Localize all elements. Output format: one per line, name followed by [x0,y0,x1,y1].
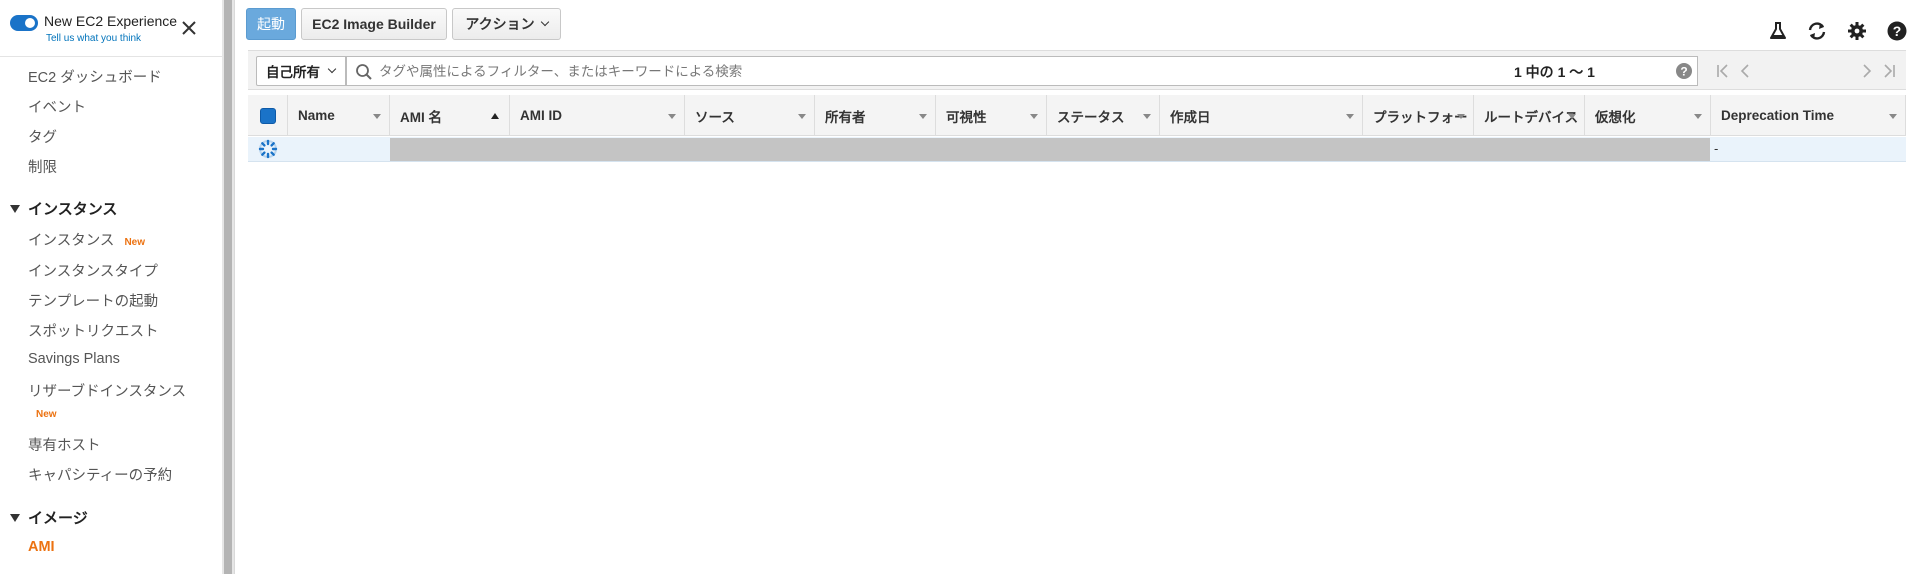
sidebar-item-reserved-instances[interactable]: リザーブドインスタンス [28,380,186,401]
loading-placeholder-bar [390,138,1710,161]
sidebar-item-limits[interactable]: 制限 [28,156,57,177]
new-experience-title: New EC2 Experience [44,13,178,29]
column-label: ソース [695,109,735,125]
chevron-down-icon [327,64,337,74]
previous-page-icon[interactable] [1738,61,1752,81]
sidebar-item-ami[interactable]: AMI [28,539,55,555]
sidebar-item-capacity-reservations[interactable]: キャパシティーの予約 [28,464,172,485]
sidebar-item-tags[interactable]: タグ [28,126,57,147]
column-label: AMI ID [520,108,562,123]
sidebar-section-instances[interactable]: インスタンス [10,198,117,219]
sidebar-item-dedicated-hosts[interactable]: 専有ホスト [28,434,101,455]
sort-icon [1457,114,1465,119]
sidebar-item-launch-templates[interactable]: テンプレートの起動 [28,290,158,311]
column-header-creation-date[interactable]: 作成日 [1160,95,1363,136]
column-header-platform[interactable]: プラットフォー [1363,95,1474,136]
first-page-icon[interactable] [1714,61,1732,81]
column-label: Name [298,108,335,123]
owner-filter-select[interactable]: 自己所有 [256,56,346,86]
column-label: 所有者 [825,109,866,125]
column-header-virtualization[interactable]: 仮想化 [1585,95,1711,136]
column-label: 仮想化 [1595,109,1636,125]
sort-icon [1694,114,1702,119]
sort-icon [1568,114,1576,119]
column-label: 作成日 [1170,109,1211,125]
select-all-checkbox[interactable] [260,108,276,124]
loading-spinner-icon [258,139,278,159]
help-icon[interactable]: ? [1886,20,1908,42]
sidebar: New EC2 Experience Tell us what you thin… [0,0,222,574]
sort-icon [1143,114,1151,119]
sort-icon [668,114,676,119]
section-images-label: イメージ [28,510,88,527]
section-instances-label: インスタンス [28,201,118,218]
column-label: AMI 名 [400,109,442,125]
owner-filter-value: 自己所有 [266,65,320,80]
column-label: ステータス [1057,109,1125,125]
sidebar-border [234,0,235,574]
chevron-down-icon [540,17,549,27]
sidebar-divider [0,56,222,57]
actions-label: アクション [465,16,535,32]
caret-down-icon [10,514,20,522]
sort-icon [373,114,381,119]
pagination-text: 1 中の 1 〜 1 [1514,64,1595,80]
caret-down-icon [10,205,20,213]
feedback-link[interactable]: Tell us what you think [46,33,141,44]
table-header: Name AMI 名 AMI ID ソース 所有者 可視性 ステータス 作成日 … [248,95,1906,136]
column-header-ami-name[interactable]: AMI 名 [390,95,510,136]
new-badge: New [124,237,146,248]
launch-button[interactable]: 起動 [246,8,296,40]
sidebar-item-savings-plans[interactable]: Savings Plans [28,351,120,367]
column-label: ルートデバイス [1484,109,1579,125]
search-input[interactable] [379,60,1659,82]
new-experience-toggle[interactable] [10,15,38,31]
column-label: Deprecation Time [1721,108,1835,123]
sort-icon [1030,114,1038,119]
column-header-status[interactable]: ステータス [1047,95,1160,136]
sort-icon [1889,114,1897,119]
column-header-ami-id[interactable]: AMI ID [510,95,685,136]
svg-text:?: ? [1680,65,1687,79]
sidebar-item-events[interactable]: イベント [28,96,86,117]
actions-dropdown-button[interactable]: アクション [452,8,561,40]
column-label: 可視性 [946,109,987,125]
cell-deprecation-time: - [1714,141,1719,156]
column-label: プラットフォー [1373,109,1468,125]
search-icon [356,64,372,80]
column-header-owner[interactable]: 所有者 [815,95,936,136]
sidebar-scrollbar[interactable] [222,0,234,574]
sidebar-item-dashboard[interactable]: EC2 ダッシュボード [28,66,162,87]
new-badge: New [36,409,57,420]
column-header-root-device[interactable]: ルートデバイス [1474,95,1585,136]
sidebar-item-label: インスタンス [28,233,115,249]
sidebar-item-instance-types[interactable]: インスタンスタイプ [28,260,158,281]
table-row[interactable]: - [248,137,1906,162]
sort-icon [919,114,927,119]
svg-text:?: ? [1893,23,1902,39]
column-header-name[interactable]: Name [288,95,390,136]
image-builder-button[interactable]: EC2 Image Builder [301,8,447,40]
column-header-source[interactable]: ソース [685,95,815,136]
close-icon[interactable] [178,17,200,39]
sidebar-section-images[interactable]: イメージ [10,507,88,528]
sidebar-item-instances[interactable]: インスタンス New [28,229,145,250]
next-page-icon[interactable] [1860,61,1874,81]
last-page-icon[interactable] [1880,61,1898,81]
flask-icon[interactable] [1767,20,1789,42]
sidebar-item-spot-requests[interactable]: スポットリクエスト [28,320,159,341]
gear-icon[interactable] [1846,20,1868,42]
filter-bar: 自己所有 ? 1 中の 1 〜 1 [248,50,1906,90]
refresh-icon[interactable] [1806,20,1828,42]
sort-icon [798,114,806,119]
select-all-column [248,95,288,136]
column-header-visibility[interactable]: 可視性 [936,95,1047,136]
search-box[interactable]: ? [346,56,1698,86]
search-help-icon[interactable]: ? [1675,62,1693,80]
sort-icon [1346,114,1354,119]
column-header-deprecation-time[interactable]: Deprecation Time [1711,95,1906,136]
sort-ascending-icon [491,113,499,119]
sidebar-scrollbar-thumb[interactable] [224,0,232,574]
